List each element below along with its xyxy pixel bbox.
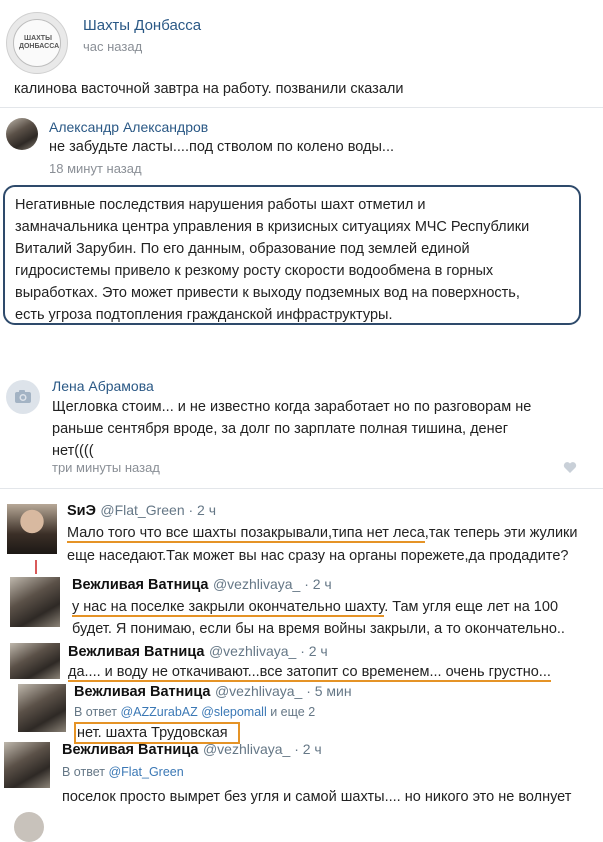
tweet-author[interactable]: Вежливая Ватница [74,684,211,700]
tweet-text-line: у нас на поселке закрыли окончательно ша… [72,596,558,618]
heart-icon[interactable] [563,461,577,474]
post-text: калинова васточной завтра на работу. поз… [14,81,404,97]
tweet-header: Вежливая Ватница @vezhlivaya_ · 2 ч [68,643,328,661]
tweet-handle[interactable]: @vezhlivaya_ · 2 ч [203,741,322,757]
post-time[interactable]: час назад [83,39,142,54]
avatar[interactable] [6,380,40,414]
quote-line: Негативные последствия нарушения работы … [15,197,426,213]
tweet-author[interactable]: Вежливая Ватница [72,577,209,593]
avatar[interactable] [6,118,38,150]
tweet-text-line: будет. Я понимаю, если бы на время войны… [72,621,565,637]
tweet-text-line: поселок просто вымрет без угля и самой ш… [62,789,572,805]
tweet-text-line: еще наседают.Так может вы нас сразу на о… [67,548,569,564]
comment-line: раньше сентября вроде, за долг по зарпла… [52,421,508,437]
quote-line: есть угроза подтопления гражданской инфр… [15,307,393,323]
avatar[interactable] [14,812,44,842]
divider [0,488,603,489]
reply-suffix[interactable]: и еще 2 [270,705,315,719]
highlighted-text: у нас на поселке закрыли окончательно ша… [72,599,385,617]
news-quote-box: Негативные последствия нарушения работы … [3,185,581,325]
tweet-handle[interactable]: @vezhlivaya_ · 5 мин [215,683,352,699]
quote-line: Виталий Зарубин. По его данным, образова… [15,241,470,257]
reply-context: В ответ @Flat_Green [62,765,184,779]
tweet-text: . Там угля еще лет на 100 [384,599,559,615]
tweet-handle[interactable]: @vezhlivaya_ · 2 ч [209,643,328,659]
group-logo-text: ШАХТЫ ДОНБАССА [19,35,60,50]
quote-line: замначальника центра управления в кризис… [15,219,530,235]
tweet-text: нет. шахта Трудовская [77,725,228,741]
avatar[interactable] [18,684,66,732]
tweet-header: Вежливая Ватница @vezhlivaya_ · 5 мин [74,683,352,701]
highlighted-text: да.... и воду не откачивают...все затопи… [68,664,551,682]
comment-line: Щегловка стоим... и не известно когда за… [52,399,532,415]
avatar[interactable] [4,742,50,788]
comment-author[interactable]: Лена Абрамова [52,378,154,394]
avatar[interactable] [10,577,60,627]
thread-connector [35,560,37,574]
reply-prefix: В ответ [74,705,117,719]
tweet-handle[interactable]: @vezhlivaya_ · 2 ч [213,576,332,592]
comment-line: нет(((( [52,443,94,459]
comment-time[interactable]: три минуты назад [52,460,160,475]
tweet-header: SиЭ @Flat_Green · 2 ч [67,502,216,520]
tweet-header: Вежливая Ватница @vezhlivaya_ · 2 ч [62,741,322,759]
divider [0,107,603,108]
tweet-author[interactable]: SиЭ [67,503,96,519]
tweet-author[interactable]: Вежливая Ватница [62,742,199,758]
post-author[interactable]: Шахты Донбасса [83,17,201,34]
tweet-text-line: Мало того что все шахты позакрывали,типа… [67,522,578,544]
comment-author[interactable]: Александр Александров [49,119,208,135]
tweet-handle[interactable]: @Flat_Green · 2 ч [100,502,216,518]
tweet-author[interactable]: Вежливая Ватница [68,644,205,660]
tweet-header: Вежливая Ватница @vezhlivaya_ · 2 ч [72,576,332,594]
comment-text: не забудьте ласты....под стволом по коле… [49,139,394,155]
avatar[interactable] [10,643,60,679]
camera-icon [15,390,31,403]
highlighted-text: Мало того что все шахты позакрывали,типа… [67,525,425,543]
reply-mentions[interactable]: @Flat_Green [108,765,183,779]
tweet-text: ,так теперь эти жулики [424,525,578,541]
group-logo[interactable]: ШАХТЫ ДОНБАССА [6,12,68,74]
reply-mentions[interactable]: @AZZurabAZ @slepomall [120,705,266,719]
comment-time[interactable]: 18 минут назад [49,161,142,176]
reply-prefix: В ответ [62,765,105,779]
reply-context: В ответ @AZZurabAZ @slepomall и еще 2 [74,705,315,719]
quote-line: гидросистемы привело к резкому росту ско… [15,263,494,279]
tweet-text-line: да.... и воду не откачивают...все затопи… [68,661,551,683]
avatar[interactable] [7,504,57,554]
quote-line: выработках. Это может привести к выходу … [15,285,520,301]
